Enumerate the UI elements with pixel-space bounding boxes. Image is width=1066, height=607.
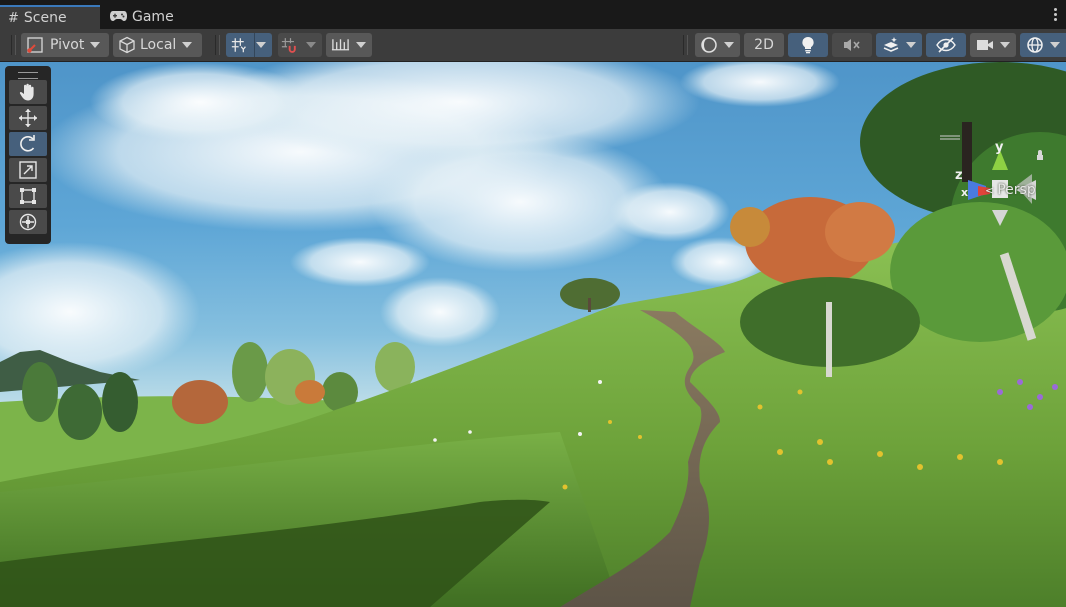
more-options-icon[interactable]	[1054, 8, 1058, 22]
effects-dropdown[interactable]	[876, 33, 922, 57]
chevron-down-icon	[306, 42, 316, 48]
shading-sphere-icon	[701, 37, 717, 53]
tab-game-label: Game	[132, 9, 174, 25]
editor-tab-bar: # Scene Game	[0, 0, 1066, 29]
chevron-down-icon	[256, 42, 266, 48]
local-dropdown[interactable]: Local	[113, 33, 202, 57]
pivot-label: Pivot	[50, 37, 85, 53]
scene-viewport[interactable]: y z x < Persp	[0, 62, 1066, 607]
grid-visibility-dropdown[interactable]	[226, 33, 272, 57]
move-arrows-icon	[19, 109, 37, 127]
move-tool[interactable]	[9, 106, 47, 130]
rect-tool[interactable]	[9, 184, 47, 208]
chevron-left-icon: <	[985, 184, 995, 197]
rect-transform-icon	[20, 188, 36, 204]
grid-snap-icon	[281, 38, 296, 53]
panel-drag-handle[interactable]	[18, 72, 38, 79]
transform-tools-panel	[5, 66, 51, 244]
chevron-down-icon	[182, 42, 193, 48]
2d-mode-button[interactable]: 2D	[744, 33, 784, 57]
hand-icon	[19, 83, 34, 101]
pivot-icon	[27, 37, 43, 53]
toolbar-grip[interactable]	[683, 35, 688, 55]
scene-render	[0, 62, 1066, 607]
projection-toggle[interactable]: < Persp	[985, 182, 1036, 198]
chevron-down-icon	[356, 42, 366, 48]
shading-mode-dropdown[interactable]	[695, 33, 740, 57]
tab-game[interactable]: Game	[102, 5, 182, 29]
gamepad-icon	[110, 10, 127, 25]
audio-muted-icon	[844, 39, 860, 51]
gizmos-dropdown[interactable]	[1020, 33, 1066, 57]
gizmo-x-label: x	[961, 186, 969, 199]
snap-dropdown[interactable]	[278, 33, 322, 57]
camera-dropdown[interactable]	[970, 33, 1016, 57]
tab-scene[interactable]: # Scene	[0, 5, 100, 29]
increment-snap-dropdown[interactable]	[326, 33, 372, 57]
orientation-gizmo[interactable]: y z x	[936, 128, 1066, 268]
ruler-icon	[331, 39, 350, 51]
2d-mode-label: 2D	[754, 37, 774, 53]
gizmo-globe-icon	[1027, 37, 1043, 53]
scene-visibility-toggle[interactable]	[926, 33, 966, 57]
effects-layers-icon	[883, 37, 899, 52]
eye-slash-icon	[936, 37, 956, 53]
pivot-dropdown[interactable]: Pivot	[21, 33, 109, 57]
tab-scene-label: Scene	[23, 10, 67, 26]
transform-tool[interactable]	[9, 210, 47, 234]
chevron-down-icon	[724, 42, 734, 48]
hand-tool[interactable]	[9, 80, 47, 104]
chevron-down-icon	[906, 42, 916, 48]
toolbar-grip[interactable]	[11, 35, 16, 55]
scale-tool[interactable]	[9, 158, 47, 182]
audio-toggle[interactable]	[832, 33, 872, 57]
chevron-down-icon	[1050, 42, 1060, 48]
rotate-icon	[20, 135, 35, 152]
gizmo-y-label: y	[995, 140, 1004, 155]
gizmo-z-label: z	[955, 168, 963, 183]
chevron-down-icon	[1000, 42, 1010, 48]
camera-icon	[977, 40, 993, 50]
projection-label: Persp	[997, 182, 1036, 198]
local-cube-icon	[119, 36, 135, 54]
transform-icon	[19, 213, 37, 231]
rotate-tool[interactable]	[9, 132, 47, 156]
lightbulb-icon	[802, 36, 814, 54]
hash-icon: #	[8, 10, 19, 26]
scene-toolbar: Pivot Local 2D	[0, 29, 1066, 62]
chevron-down-icon	[90, 42, 101, 48]
toolbar-grip[interactable]	[215, 35, 220, 55]
scale-icon	[19, 161, 37, 179]
lighting-toggle[interactable]	[788, 33, 828, 57]
grid-icon	[231, 38, 246, 53]
local-label: Local	[140, 37, 177, 53]
